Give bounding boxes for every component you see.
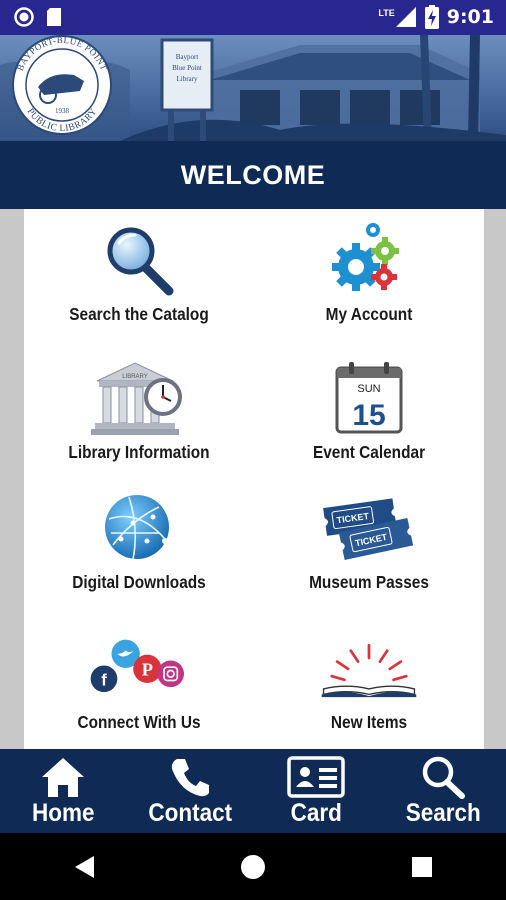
menu-label: Digital Downloads (72, 572, 206, 592)
nav-contact[interactable]: Contact (127, 749, 254, 833)
menu-item-event-calendar[interactable]: SUN 15 Event Calendar (254, 347, 484, 477)
cellular-signal-icon (395, 7, 416, 27)
menu-label: Connect With Us (77, 712, 201, 732)
menu-label: New Items (330, 712, 408, 732)
nav-label: Contact (147, 799, 232, 827)
status-bar: LTE 9:01 (0, 0, 506, 35)
home-icon (42, 758, 85, 797)
svg-text:LIBRARY: LIBRARY (122, 374, 148, 380)
home-system-button[interactable] (223, 837, 283, 897)
menu-item-connect-with-us[interactable]: f P Connect With Us (24, 617, 254, 747)
magnifier-icon (89, 221, 189, 299)
svg-text:f: f (101, 671, 107, 690)
svg-text:Library: Library (177, 75, 198, 83)
calendar-icon: SUN 15 (319, 359, 419, 437)
menu-label: Library Information (68, 442, 210, 462)
menu-item-my-account[interactable]: My Account (254, 209, 484, 339)
recents-button[interactable] (392, 837, 452, 897)
phone-icon (171, 759, 209, 797)
calendar-day: SUN (357, 383, 380, 395)
svg-text:Blue Point: Blue Point (172, 64, 202, 72)
back-button[interactable] (54, 837, 114, 897)
svg-text:P: P (142, 660, 153, 680)
network-type: LTE (378, 8, 395, 18)
nav-label: Home (31, 799, 95, 827)
library-clock-icon: LIBRARY (89, 359, 189, 437)
sd-card-icon (47, 8, 61, 26)
content-area: Search the Catalog My Account LIBRARY Li… (0, 209, 506, 749)
nav-home[interactable]: Home (0, 749, 127, 833)
tickets-icon: TICKET TICKET (319, 489, 419, 567)
home-circle-icon (240, 854, 265, 879)
menu-label: My Account (325, 304, 413, 324)
nav-label: Card (290, 799, 342, 827)
menu-item-library-information[interactable]: LIBRARY Library Information (24, 347, 254, 477)
system-nav-bar (0, 833, 506, 900)
menu-label: Museum Passes (309, 572, 429, 592)
calendar-date: 15 (352, 399, 385, 432)
menu-label: Event Calendar (312, 442, 426, 462)
welcome-title: WELCOME (0, 141, 506, 209)
svg-text:1938: 1938 (55, 107, 70, 115)
social-bubbles-icon: f P (89, 629, 189, 707)
menu-label: Search the Catalog (69, 304, 209, 324)
menu-grid: Search the Catalog My Account LIBRARY Li… (24, 209, 484, 749)
menu-item-museum-passes[interactable]: TICKET TICKET Museum Passes (254, 477, 484, 607)
nav-search[interactable]: Search (380, 749, 506, 833)
globe-network-icon (89, 489, 189, 567)
sign-text: Bayport (176, 53, 199, 61)
id-card-icon (287, 756, 345, 798)
library-logo: 1938 BAYPORT-BLUE POINT PUBLIC LIBRARY (12, 35, 112, 135)
back-triangle-icon (75, 855, 95, 878)
menu-item-new-items[interactable]: New Items (254, 617, 484, 747)
search-icon (422, 756, 465, 799)
gears-icon (319, 221, 419, 299)
menu-item-digital-downloads[interactable]: Digital Downloads (24, 477, 254, 607)
header-banner: Bayport Blue Point Library 1938 BAYPORT-… (0, 35, 506, 141)
nav-label: Search (405, 799, 481, 827)
menu-item-search-catalog[interactable]: Search the Catalog (24, 209, 254, 339)
battery-charging-icon (424, 5, 439, 29)
nav-card[interactable]: Card (253, 749, 380, 833)
notification-circle-icon (14, 7, 34, 27)
recents-square-icon (411, 856, 432, 877)
bottom-nav: Home Contact Card Search (0, 749, 506, 833)
open-book-icon (319, 629, 419, 707)
clock: 9:01 (446, 6, 494, 28)
